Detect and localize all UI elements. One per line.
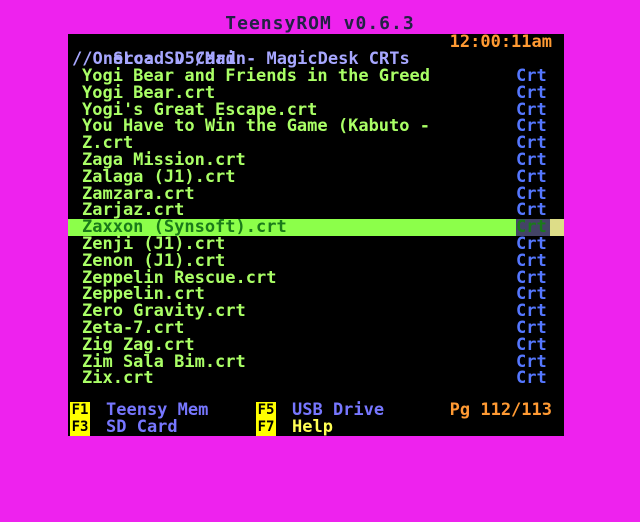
clock: 12:00:11am [449, 32, 552, 52]
page-indicator: Pg 112/113 [449, 400, 552, 420]
f7-help-label[interactable]: Help [292, 419, 333, 436]
file-name: Zix.crt [82, 368, 154, 389]
f3-key-badge[interactable]: F3 [70, 419, 90, 436]
file-row[interactable]: Zim Sala Bim.crt Crt [82, 353, 564, 371]
footer-row-2: F3 SD Card F7 Help [68, 419, 564, 436]
app-title: TeensyROM v0.6.3 [225, 13, 415, 34]
file-row[interactable]: Zix.crt Crt [82, 370, 564, 387]
file-type: Crt [516, 368, 547, 389]
f3-sd-card-label[interactable]: SD Card [106, 419, 178, 436]
selection-cursor-tail [550, 219, 564, 237]
f7-key-badge[interactable]: F7 [256, 419, 276, 436]
f1-key-badge[interactable]: F1 [70, 402, 90, 419]
c64-screen: Src: SD Card 12:00:11am //OneLoad v5/Mai… [68, 34, 564, 436]
file-row[interactable]: You Have to Win the Game (Kabuto - Crt [82, 118, 564, 135]
file-name: You Have to Win the Game (Kabuto - [82, 116, 430, 137]
f5-key-badge[interactable]: F5 [256, 402, 276, 419]
